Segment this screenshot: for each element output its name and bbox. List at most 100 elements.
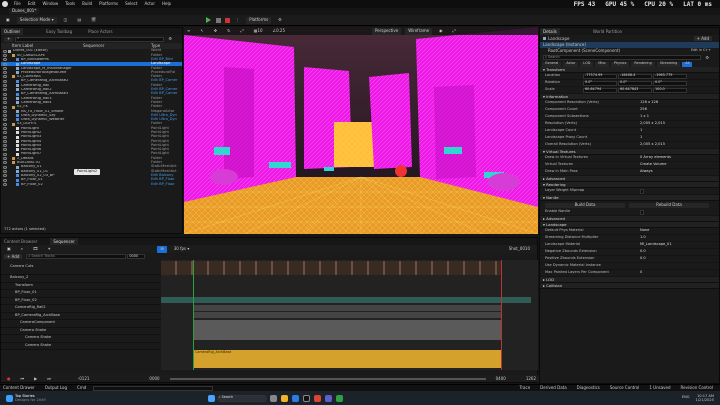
- sequencer-track[interactable]: Camera Cuts: [1, 260, 161, 275]
- rotation-x[interactable]: 0.0°: [583, 80, 617, 86]
- maximize-icon[interactable]: ⤢: [450, 28, 459, 35]
- tab-content-browser[interactable]: Content Browser: [1, 238, 41, 245]
- virtual-texture-value[interactable]: Create Volume: [640, 163, 719, 167]
- sequencer-track[interactable]: Balcony_2: [1, 275, 161, 283]
- menu-tools[interactable]: Tools: [65, 2, 75, 6]
- tab-details[interactable]: Details: [540, 28, 560, 35]
- record-icon[interactable]: ●: [4, 375, 14, 382]
- filter-streaming[interactable]: Streaming: [656, 61, 681, 67]
- visibility-eye-icon[interactable]: [3, 109, 7, 113]
- enable-nanite-checkbox[interactable]: [640, 209, 644, 215]
- location-x[interactable]: -77574.99: [583, 73, 617, 79]
- select-tool-icon[interactable]: ↖: [197, 28, 206, 35]
- location-z[interactable]: -1965.779: [653, 73, 687, 79]
- blueprint-icon[interactable]: ▤: [74, 17, 84, 24]
- perspective-button[interactable]: Perspective: [372, 27, 402, 35]
- unreal-taskbar-icon[interactable]: [302, 394, 310, 402]
- menu-platforms[interactable]: Platforms: [99, 2, 118, 6]
- visibility-eye-icon[interactable]: [3, 161, 7, 165]
- section-collision[interactable]: ▸ Collision: [540, 283, 719, 289]
- floor01-clip[interactable]: [193, 305, 501, 311]
- menu-select[interactable]: Select: [125, 2, 137, 6]
- snap-toggle-icon[interactable]: ⊞: [157, 245, 167, 253]
- transform-clip[interactable]: [161, 297, 531, 303]
- virtual-texture-value[interactable]: Always: [640, 170, 719, 174]
- visibility-eye-icon[interactable]: [3, 101, 7, 105]
- add-filter-icon[interactable]: +: [4, 36, 14, 42]
- seq-find-icon[interactable]: ⌕: [18, 246, 26, 253]
- clock[interactable]: 10:17 AM 1/21/2025: [696, 394, 714, 402]
- visibility-eye-icon[interactable]: [3, 49, 7, 53]
- edge-icon[interactable]: [291, 394, 299, 402]
- visibility-eye-icon[interactable]: [3, 135, 7, 139]
- file-explorer-icon[interactable]: [280, 394, 288, 402]
- info-value[interactable]: 126 x 126: [640, 101, 719, 105]
- tab-easy-toolbag[interactable]: Easy Toolbag: [43, 28, 76, 35]
- app-icon[interactable]: [313, 394, 321, 402]
- menu-edit[interactable]: Edit: [28, 2, 36, 6]
- visibility-eye-icon[interactable]: [3, 92, 7, 96]
- landscape-row-value[interactable]: 0: [640, 271, 719, 275]
- visibility-eye-icon[interactable]: [3, 84, 7, 88]
- seq-save-icon[interactable]: ▣: [4, 246, 14, 253]
- visibility-eye-icon[interactable]: [3, 139, 7, 143]
- sequencer-track[interactable]: BP_Floor_01: [1, 290, 161, 298]
- filter-rendering[interactable]: Rendering: [631, 61, 655, 67]
- visibility-eye-icon[interactable]: [3, 152, 7, 156]
- visibility-eye-icon[interactable]: [3, 144, 7, 148]
- layer-weight-checkbox[interactable]: [640, 188, 644, 194]
- console-input[interactable]: [93, 385, 214, 391]
- view-mode-button[interactable]: Wireframe: [405, 27, 433, 35]
- rotation-y[interactable]: 0.0°: [618, 80, 652, 86]
- stop-icon[interactable]: [225, 17, 231, 23]
- landscape-row-value[interactable]: 0.0: [640, 250, 719, 254]
- fps-dropdown[interactable]: 30 fps ▾: [171, 246, 193, 253]
- info-value[interactable]: 1: [640, 129, 719, 133]
- scale-x[interactable]: 60.64794: [583, 87, 617, 93]
- visibility-eye-icon[interactable]: [3, 114, 7, 118]
- seq-add-button[interactable]: + Add: [4, 254, 23, 259]
- menu-help[interactable]: Help: [162, 2, 171, 6]
- visibility-eye-icon[interactable]: [3, 79, 7, 83]
- level-tab[interactable]: Dunes_001*: [9, 8, 40, 14]
- filter-general[interactable]: General: [542, 61, 562, 67]
- unreal-logo-icon[interactable]: [2, 1, 8, 7]
- time-start-field[interactable]: 0000: [127, 254, 146, 259]
- sequencer-track[interactable]: BP_Floor_02: [1, 298, 161, 305]
- app2-icon[interactable]: [335, 394, 343, 402]
- teams-icon[interactable]: [324, 394, 332, 402]
- grid-snap-icon[interactable]: ▦ 10: [251, 28, 266, 35]
- show-menu-icon[interactable]: ◉: [436, 28, 446, 35]
- taskbar-search[interactable]: ⌕ Search: [216, 394, 267, 402]
- news-widget[interactable]: Top Stories Designs for 2049: [4, 394, 46, 402]
- outliner-row[interactable]: BP_Floor_02 Edit BP_Floor: [1, 182, 182, 186]
- visibility-eye-icon[interactable]: [3, 165, 7, 169]
- playback-end-marker[interactable]: [501, 260, 502, 370]
- sequencer-track[interactable]: CameraRig_Rail2: [1, 305, 161, 313]
- camera-shake-clip[interactable]: CameraRig_ArchBase: [193, 350, 501, 368]
- outliner-search-input[interactable]: ⌕: [15, 36, 165, 42]
- windows-start-icon[interactable]: [207, 394, 215, 402]
- location-y[interactable]: -16406.4: [618, 73, 652, 79]
- scale-y[interactable]: 60.647843: [618, 87, 652, 93]
- sequencer-track[interactable]: BP_CameraRig_ArchBase: [1, 313, 161, 320]
- visibility-eye-icon[interactable]: [3, 96, 7, 100]
- level-viewport[interactable]: ≡ ↖ ✥ ↻ ⤢ ▦ 10 ∠ 0.25 Perspective Wirefr…: [184, 27, 538, 234]
- filter-all[interactable]: All: [682, 61, 693, 67]
- landscape-row-value[interactable]: None: [640, 229, 719, 233]
- platforms-button[interactable]: Platforms: [246, 16, 272, 24]
- tab-world-partition[interactable]: World Partition: [589, 28, 626, 35]
- visibility-eye-icon[interactable]: [3, 118, 7, 122]
- seq-camera-icon[interactable]: ⌖: [45, 246, 53, 253]
- details-settings-icon[interactable]: ⚙: [702, 54, 712, 61]
- play-back-icon[interactable]: ▶: [31, 375, 40, 382]
- landscape-row-value[interactable]: MI_Landscape_01: [640, 243, 719, 247]
- visibility-eye-icon[interactable]: [3, 58, 7, 62]
- tab-outliner[interactable]: Outliner: [1, 28, 24, 35]
- scale-z[interactable]: 100.0: [653, 87, 687, 93]
- sequencer-track[interactable]: Camera Shake: [1, 335, 161, 343]
- col-sequencer[interactable]: Sequencer: [83, 44, 104, 48]
- playback-start-marker[interactable]: [193, 260, 194, 370]
- filter-misc[interactable]: Misc: [595, 61, 609, 67]
- edit-in-cpp-link[interactable]: Edit in C++: [691, 48, 711, 52]
